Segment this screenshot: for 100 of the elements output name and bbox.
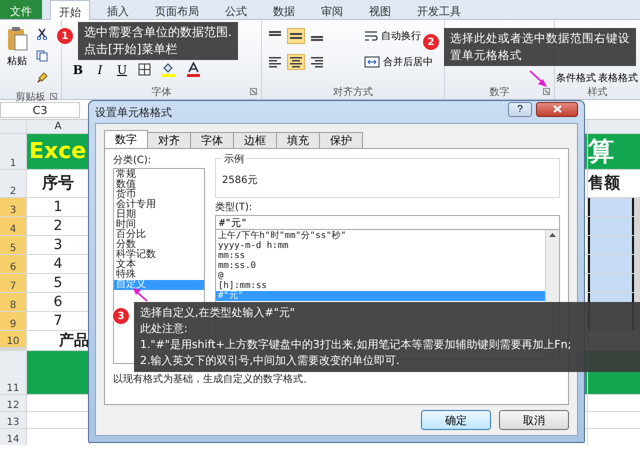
table-cell: 4 [27,255,89,273]
ribbon-tab[interactable]: 审阅 [312,0,352,19]
format-painter-button[interactable] [34,70,50,86]
style-button[interactable]: 条件格式 [556,71,596,85]
help-button[interactable]: ? [508,102,532,116]
format-button[interactable]: U [114,62,130,78]
table-cell: 6 [27,293,89,311]
type-item[interactable]: 上午/下午h"时"mm"分"ss"秒" [216,231,545,241]
row-number[interactable]: 12 [0,395,26,411]
table-cell [588,198,634,216]
type-item[interactable]: mm:ss [216,251,545,261]
vertical-align-button[interactable] [287,28,305,44]
merge-center-button[interactable]: 合并后居中 [362,54,435,70]
category-item[interactable]: 文本 [114,260,204,270]
category-item[interactable]: 日期 [114,210,204,220]
cancel-button[interactable]: 取消 [499,410,569,430]
row-number[interactable]: 7 [0,274,26,292]
category-item[interactable]: 科学记数 [114,250,204,260]
category-item[interactable]: 分数 [114,240,204,250]
table-cell [27,351,89,394]
horizontal-align-button[interactable] [266,54,284,70]
type-input[interactable]: #"元" [215,215,560,230]
ribbon-tab[interactable]: 数据 [264,0,304,19]
dialog-launcher-icon [250,88,257,95]
row-number[interactable]: 13 [0,412,26,428]
wrap-text-button[interactable]: 自动换行 [362,28,423,44]
dialog-tab[interactable]: 字体 [190,132,234,148]
type-item[interactable]: @ [216,271,545,281]
category-item[interactable]: 时间 [114,220,204,230]
row-number[interactable]: 9 [0,312,26,330]
table-cell [588,395,640,411]
horizontal-align-button[interactable] [287,54,305,70]
ribbon-tab[interactable]: 页面布局 [146,0,208,19]
type-item[interactable]: mm:ss.0 [216,261,545,271]
style-button[interactable]: 表格格式 [598,71,638,85]
row-number[interactable]: 10 [0,331,26,347]
ribbon-tab[interactable]: 插入 [98,0,138,19]
pointer-arrow [133,288,148,302]
copy-button[interactable] [34,48,50,64]
row-number[interactable]: 4 [0,217,26,235]
column-header[interactable]: A [27,120,89,133]
font-color-icon [186,62,201,77]
row-number[interactable]: 5 [0,236,26,254]
name-box[interactable]: C3 [0,102,80,118]
category-item[interactable]: 常规 [114,170,204,180]
close-button[interactable] [536,102,578,116]
dialog-tab[interactable]: 数字 [104,130,148,148]
ribbon-tab[interactable]: 开发工具 [408,0,470,19]
category-item[interactable]: 特殊 [114,270,204,280]
row-number[interactable]: 8 [0,293,26,311]
cut-button[interactable] [34,26,50,42]
row-number[interactable]: 2 [0,170,26,197]
category-item[interactable]: 数值 [114,180,204,190]
table-cell: 5 [27,274,89,292]
dialog-tab[interactable]: 边框 [233,132,277,148]
clipboard-icon [6,26,28,52]
row-number[interactable]: 14 [0,429,26,445]
format-button[interactable]: I [92,62,108,78]
dialog-launcher-icon [543,88,550,95]
row-number[interactable]: 6 [0,255,26,273]
type-label: 类型(T): [215,201,254,215]
ok-button[interactable]: 确定 [421,410,491,430]
dialog-tab[interactable]: 保护 [319,132,363,148]
type-item[interactable]: yyyy-m-d h:mm [216,241,545,251]
dialog-tab[interactable]: 填充 [276,132,320,148]
align-icon [268,56,282,68]
category-item[interactable]: 会计专用 [114,200,204,210]
table-cell: 3 [27,236,89,254]
table-cell: 7 [27,312,89,330]
ribbon-tab[interactable]: 公式 [216,0,256,19]
table-cell [588,412,640,428]
row-number[interactable]: 3 [0,198,26,216]
font-color-button[interactable] [184,60,203,79]
table-cell: 售额 [588,170,640,197]
type-item[interactable]: [h]:mm:ss [216,281,545,291]
merge-icon [364,56,380,68]
paste-button[interactable]: 粘贴 [4,24,30,86]
description-text: 以现有格式为基础，生成自定义的数字格式。 [113,372,314,386]
align-icon [289,56,303,68]
table-cell [27,429,89,445]
ribbon-tab[interactable]: 视图 [360,0,400,19]
ribbon-tab[interactable]: 开始 [50,0,90,20]
group-label: 对齐方式 [333,86,373,99]
table-cell: 1 [27,198,89,216]
borders-button[interactable] [136,61,153,78]
group-label: 样式 [588,86,608,99]
category-item[interactable]: 百分比 [114,230,204,240]
group-label: 剪贴板 [16,90,46,104]
row-number[interactable]: 1 [0,134,26,169]
category-item[interactable]: 货币 [114,190,204,200]
file-tab[interactable]: 文件 [0,0,42,19]
format-button[interactable]: B [70,62,86,78]
table-cell [588,236,634,254]
row-number[interactable]: 11 [0,351,26,394]
align-icon [310,56,324,68]
dialog-tab[interactable]: 对齐 [147,132,191,148]
horizontal-align-button[interactable] [308,54,326,70]
sample-value: 2586元 [222,174,258,187]
table-cell [588,255,634,273]
scissors-icon [36,28,48,40]
